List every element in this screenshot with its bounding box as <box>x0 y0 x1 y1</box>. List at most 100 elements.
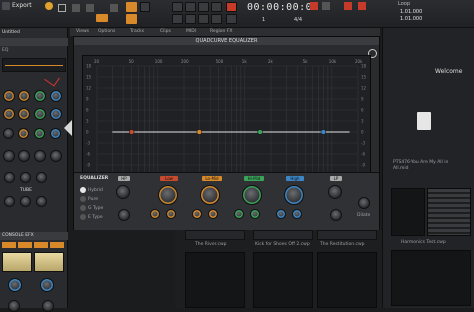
lp-enable[interactable]: LP <box>330 176 342 181</box>
tube-knob[interactable] <box>20 196 31 207</box>
record-mode-icon[interactable] <box>45 2 53 10</box>
edit-icon[interactable] <box>86 4 94 12</box>
lomid-gain-knob[interactable] <box>200 185 220 205</box>
file-thumbnail[interactable] <box>391 250 471 306</box>
file-label-midi[interactable]: PTS476-You Are My All in All.mid <box>393 160 463 172</box>
menu-region-fx[interactable]: Region FX <box>210 29 233 34</box>
low-q-knob[interactable] <box>166 209 176 219</box>
menu-midi[interactable]: MIDI <box>186 29 196 34</box>
mixer-icon[interactable] <box>344 2 352 10</box>
auto-button[interactable] <box>226 14 237 24</box>
project-thumbnail[interactable] <box>317 230 377 240</box>
eq-knob[interactable] <box>50 90 62 102</box>
low-freq-knob[interactable] <box>150 209 160 219</box>
menu-options[interactable]: Options <box>98 29 115 34</box>
file-thumbnail[interactable] <box>317 252 377 308</box>
eq-knob[interactable] <box>34 128 45 139</box>
fx-slot[interactable] <box>34 242 48 248</box>
hp-slope-knob[interactable] <box>118 209 130 221</box>
tube-knob[interactable] <box>4 196 15 207</box>
app-icon[interactable] <box>2 2 10 10</box>
project-label[interactable]: The River.cwp <box>195 242 227 247</box>
himid-freq-knob[interactable] <box>234 209 244 219</box>
count-in-button[interactable] <box>126 14 137 24</box>
comp-knob[interactable] <box>36 172 47 183</box>
track-title[interactable]: Untitled <box>2 30 20 35</box>
lp-slope-knob[interactable] <box>330 209 342 221</box>
menu-clips[interactable]: Clips <box>160 29 171 34</box>
project-label[interactable]: Kick for Shoes Off 2.cwp <box>255 242 310 247</box>
comp-knob[interactable] <box>20 172 31 183</box>
fx-slot[interactable] <box>2 242 16 248</box>
loop-start[interactable]: 1.01.000 <box>400 9 422 15</box>
rte-button[interactable] <box>211 14 222 24</box>
eq-knob[interactable] <box>3 108 15 120</box>
high-gain-knob[interactable] <box>284 185 304 205</box>
high-freq-knob[interactable] <box>276 209 286 219</box>
eq-knob[interactable] <box>34 108 46 120</box>
tabs-strip[interactable] <box>0 38 68 46</box>
midi-file-icon[interactable] <box>417 112 431 130</box>
himid-q-knob[interactable] <box>250 209 260 219</box>
band-high-enable[interactable]: High <box>286 176 304 181</box>
eq-knob[interactable] <box>18 128 29 139</box>
file-label-harmonics[interactable]: Harmonics Test.cwp <box>401 240 446 245</box>
menu-export[interactable]: Export <box>12 2 32 9</box>
eq-knob[interactable] <box>18 90 30 102</box>
lomid-freq-knob[interactable] <box>192 209 202 219</box>
lp-freq-knob[interactable] <box>328 185 342 199</box>
comp-knob[interactable] <box>4 172 15 183</box>
tube-knob[interactable] <box>36 196 47 207</box>
project-thumbnail[interactable] <box>185 230 245 240</box>
band-node[interactable] <box>320 129 327 135</box>
loop-end[interactable]: 1.01.000 <box>400 16 422 22</box>
output-knob[interactable] <box>40 278 54 292</box>
rewind-button[interactable] <box>172 2 183 12</box>
hp-enable[interactable]: HP <box>118 176 130 181</box>
forward-button[interactable] <box>211 2 222 12</box>
snap-button[interactable] <box>96 14 108 22</box>
record-button[interactable] <box>226 2 237 12</box>
file-thumbnail[interactable] <box>185 252 245 308</box>
play-button[interactable] <box>198 2 209 12</box>
high-q-knob[interactable] <box>292 209 302 219</box>
radio-hybrid[interactable] <box>80 187 86 193</box>
band-lomid-enable[interactable]: Lo-Mid <box>202 176 222 181</box>
menu-views[interactable]: Views <box>76 29 89 34</box>
mini-eq-display[interactable] <box>2 58 66 72</box>
pan-knob[interactable] <box>8 300 20 312</box>
output-knob[interactable] <box>8 278 22 292</box>
band-low-enable[interactable]: Low <box>160 176 178 181</box>
eq-knob[interactable] <box>34 90 46 102</box>
fx-slot[interactable] <box>18 242 32 248</box>
eq-knob[interactable] <box>3 90 15 102</box>
band-node[interactable] <box>257 129 263 135</box>
select-icon[interactable] <box>58 4 66 12</box>
fx-slot[interactable] <box>50 242 64 248</box>
eq-knob[interactable] <box>3 150 15 162</box>
eq-knob[interactable] <box>50 150 62 162</box>
eq-knob[interactable] <box>18 150 30 162</box>
lomid-q-knob[interactable] <box>208 209 218 219</box>
output-gain-knob[interactable] <box>358 197 370 209</box>
pan-knob[interactable] <box>42 300 54 312</box>
low-gain-knob[interactable] <box>158 185 178 205</box>
radio-e-type[interactable] <box>80 214 86 220</box>
band-node[interactable] <box>128 129 135 135</box>
punch-toggle[interactable] <box>185 14 196 24</box>
scroll-icon[interactable] <box>322 2 330 10</box>
eq-knob[interactable] <box>34 150 46 162</box>
marker-icon[interactable] <box>358 2 366 10</box>
stop-button[interactable] <box>185 2 196 12</box>
band-node[interactable] <box>196 129 202 135</box>
project-label[interactable]: The Restitution.cwp <box>320 242 365 247</box>
timecode-display[interactable]: 00:00:00:00 <box>247 2 319 13</box>
loop-toggle[interactable] <box>172 14 183 24</box>
radio-g-type[interactable] <box>80 205 86 211</box>
band-himid-enable[interactable]: Hi-Mid <box>244 176 264 181</box>
eq-knob[interactable] <box>50 128 61 139</box>
hp-freq-knob[interactable] <box>116 185 130 199</box>
eq-knob[interactable] <box>50 108 62 120</box>
file-thumbnail[interactable] <box>253 252 313 308</box>
metronome-button[interactable] <box>126 2 137 12</box>
